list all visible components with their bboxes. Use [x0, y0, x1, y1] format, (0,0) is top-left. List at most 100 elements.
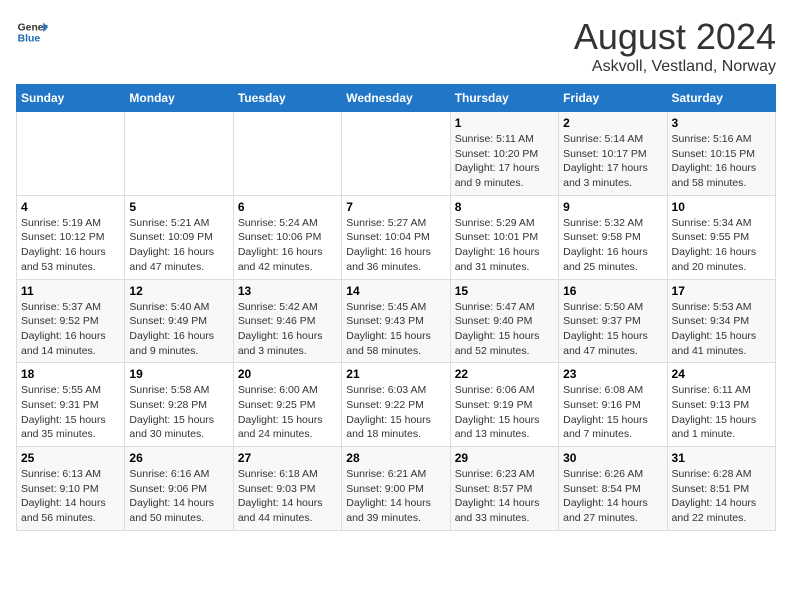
- cell-info: and 53 minutes.: [21, 260, 120, 275]
- day-number: 17: [672, 284, 771, 298]
- calendar-week-row: 25Sunrise: 6:13 AMSunset: 9:10 PMDayligh…: [17, 447, 776, 531]
- calendar-cell: 29Sunrise: 6:23 AMSunset: 8:57 PMDayligh…: [450, 447, 558, 531]
- cell-info: and 58 minutes.: [672, 176, 771, 191]
- cell-info: Daylight: 14 hours: [563, 496, 662, 511]
- cell-info: Sunrise: 5:55 AM: [21, 383, 120, 398]
- cell-info: Daylight: 15 hours: [563, 329, 662, 344]
- cell-info: Daylight: 15 hours: [129, 413, 228, 428]
- cell-info: Daylight: 14 hours: [129, 496, 228, 511]
- cell-info: Sunset: 9:03 PM: [238, 482, 337, 497]
- calendar-cell: [125, 112, 233, 196]
- calendar-week-row: 4Sunrise: 5:19 AMSunset: 10:12 PMDayligh…: [17, 195, 776, 279]
- cell-info: Sunrise: 6:16 AM: [129, 467, 228, 482]
- day-number: 1: [455, 116, 554, 130]
- cell-info: and 30 minutes.: [129, 427, 228, 442]
- day-number: 27: [238, 451, 337, 465]
- cell-info: Daylight: 15 hours: [346, 329, 445, 344]
- calendar-cell: 4Sunrise: 5:19 AMSunset: 10:12 PMDayligh…: [17, 195, 125, 279]
- day-number: 10: [672, 200, 771, 214]
- cell-info: Daylight: 14 hours: [672, 496, 771, 511]
- cell-info: Daylight: 15 hours: [563, 413, 662, 428]
- cell-info: Sunrise: 6:23 AM: [455, 467, 554, 482]
- calendar-cell: 2Sunrise: 5:14 AMSunset: 10:17 PMDayligh…: [559, 112, 667, 196]
- cell-info: Sunset: 9:58 PM: [563, 230, 662, 245]
- day-number: 30: [563, 451, 662, 465]
- calendar-cell: 8Sunrise: 5:29 AMSunset: 10:01 PMDayligh…: [450, 195, 558, 279]
- cell-info: Sunrise: 6:26 AM: [563, 467, 662, 482]
- calendar-cell: 18Sunrise: 5:55 AMSunset: 9:31 PMDayligh…: [17, 363, 125, 447]
- day-number: 24: [672, 367, 771, 381]
- cell-info: Sunset: 9:25 PM: [238, 398, 337, 413]
- cell-info: Sunrise: 5:47 AM: [455, 300, 554, 315]
- cell-info: Sunrise: 5:16 AM: [672, 132, 771, 147]
- page-header: General Blue August 2024 Askvoll, Vestla…: [16, 16, 776, 76]
- cell-info: Daylight: 16 hours: [238, 329, 337, 344]
- day-number: 18: [21, 367, 120, 381]
- cell-info: Sunrise: 5:14 AM: [563, 132, 662, 147]
- cell-info: Sunset: 10:09 PM: [129, 230, 228, 245]
- calendar-cell: 22Sunrise: 6:06 AMSunset: 9:19 PMDayligh…: [450, 363, 558, 447]
- calendar-cell: 10Sunrise: 5:34 AMSunset: 9:55 PMDayligh…: [667, 195, 775, 279]
- cell-info: Sunset: 9:06 PM: [129, 482, 228, 497]
- cell-info: Sunrise: 5:27 AM: [346, 216, 445, 231]
- cell-info: and 33 minutes.: [455, 511, 554, 526]
- cell-info: and 22 minutes.: [672, 511, 771, 526]
- header-day: Friday: [559, 85, 667, 112]
- calendar-cell: 27Sunrise: 6:18 AMSunset: 9:03 PMDayligh…: [233, 447, 341, 531]
- calendar-cell: 12Sunrise: 5:40 AMSunset: 9:49 PMDayligh…: [125, 279, 233, 363]
- cell-info: Sunrise: 6:03 AM: [346, 383, 445, 398]
- cell-info: and 47 minutes.: [563, 344, 662, 359]
- cell-info: and 27 minutes.: [563, 511, 662, 526]
- cell-info: Sunrise: 5:29 AM: [455, 216, 554, 231]
- cell-info: and 7 minutes.: [563, 427, 662, 442]
- calendar-cell: 1Sunrise: 5:11 AMSunset: 10:20 PMDayligh…: [450, 112, 558, 196]
- cell-info: and 18 minutes.: [346, 427, 445, 442]
- cell-info: Sunset: 9:13 PM: [672, 398, 771, 413]
- day-number: 6: [238, 200, 337, 214]
- cell-info: and 50 minutes.: [129, 511, 228, 526]
- cell-info: and 36 minutes.: [346, 260, 445, 275]
- cell-info: Sunrise: 6:06 AM: [455, 383, 554, 398]
- calendar-cell: 31Sunrise: 6:28 AMSunset: 8:51 PMDayligh…: [667, 447, 775, 531]
- cell-info: Daylight: 17 hours: [455, 161, 554, 176]
- cell-info: Sunrise: 5:11 AM: [455, 132, 554, 147]
- calendar-cell: 24Sunrise: 6:11 AMSunset: 9:13 PMDayligh…: [667, 363, 775, 447]
- cell-info: and 39 minutes.: [346, 511, 445, 526]
- cell-info: Daylight: 16 hours: [563, 245, 662, 260]
- cell-info: Daylight: 14 hours: [21, 496, 120, 511]
- cell-info: and 25 minutes.: [563, 260, 662, 275]
- calendar-cell: 17Sunrise: 5:53 AMSunset: 9:34 PMDayligh…: [667, 279, 775, 363]
- calendar-cell: 14Sunrise: 5:45 AMSunset: 9:43 PMDayligh…: [342, 279, 450, 363]
- cell-info: Sunset: 9:16 PM: [563, 398, 662, 413]
- cell-info: Sunset: 9:55 PM: [672, 230, 771, 245]
- calendar-header: SundayMondayTuesdayWednesdayThursdayFrid…: [17, 85, 776, 112]
- day-number: 21: [346, 367, 445, 381]
- day-number: 31: [672, 451, 771, 465]
- cell-info: Daylight: 16 hours: [21, 329, 120, 344]
- cell-info: Daylight: 16 hours: [238, 245, 337, 260]
- day-number: 12: [129, 284, 228, 298]
- calendar-cell: 6Sunrise: 5:24 AMSunset: 10:06 PMDayligh…: [233, 195, 341, 279]
- day-number: 13: [238, 284, 337, 298]
- cell-info: Sunset: 9:52 PM: [21, 314, 120, 329]
- calendar-cell: [233, 112, 341, 196]
- cell-info: Sunrise: 6:21 AM: [346, 467, 445, 482]
- cell-info: Sunrise: 5:34 AM: [672, 216, 771, 231]
- cell-info: Sunset: 9:00 PM: [346, 482, 445, 497]
- cell-info: Sunrise: 5:24 AM: [238, 216, 337, 231]
- cell-info: Sunset: 10:12 PM: [21, 230, 120, 245]
- cell-info: Daylight: 15 hours: [455, 329, 554, 344]
- cell-info: and 13 minutes.: [455, 427, 554, 442]
- cell-info: Sunset: 8:57 PM: [455, 482, 554, 497]
- calendar-cell: 11Sunrise: 5:37 AMSunset: 9:52 PMDayligh…: [17, 279, 125, 363]
- cell-info: Daylight: 16 hours: [455, 245, 554, 260]
- cell-info: Sunrise: 5:21 AM: [129, 216, 228, 231]
- main-title: August 2024: [574, 16, 776, 58]
- calendar-cell: [17, 112, 125, 196]
- cell-info: Sunset: 9:34 PM: [672, 314, 771, 329]
- cell-info: Sunrise: 5:53 AM: [672, 300, 771, 315]
- cell-info: and 35 minutes.: [21, 427, 120, 442]
- cell-info: Daylight: 14 hours: [238, 496, 337, 511]
- day-number: 23: [563, 367, 662, 381]
- day-number: 20: [238, 367, 337, 381]
